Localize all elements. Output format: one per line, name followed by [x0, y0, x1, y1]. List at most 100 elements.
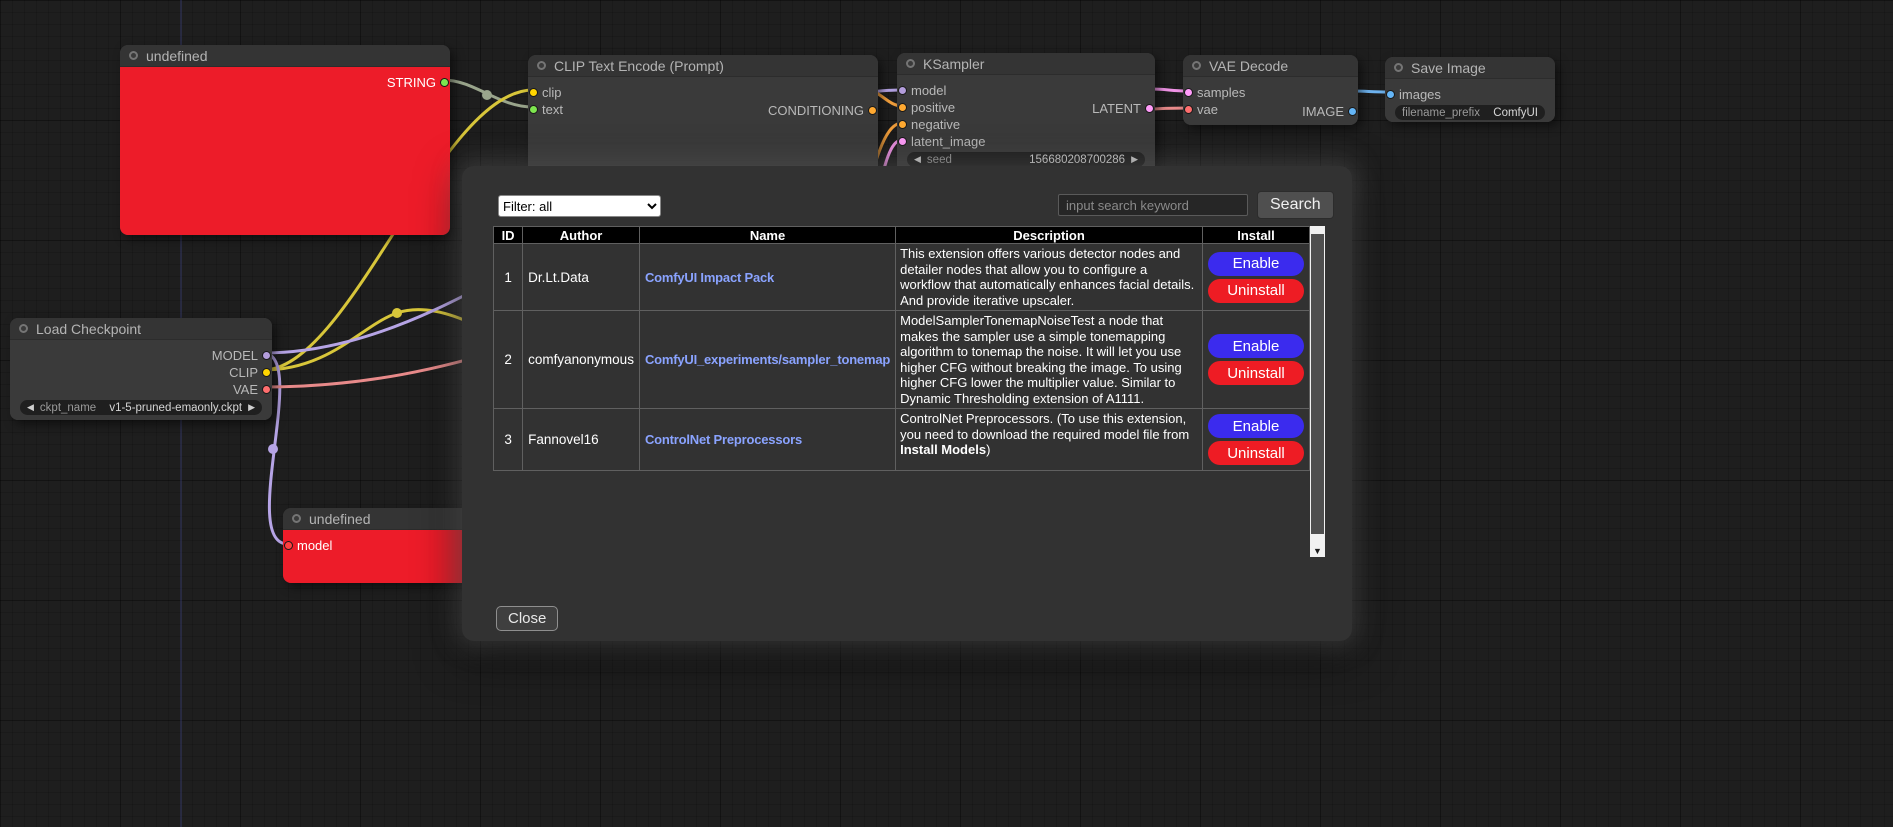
output-slot-vae[interactable]: VAE	[10, 381, 272, 398]
widget-value: v1-5-pruned-emaonly.ckpt	[109, 402, 242, 414]
table-row: 1 Dr.Lt.Data ComfyUI Impact Pack This ex…	[494, 244, 1310, 311]
node-header[interactable]: Save Image	[1385, 57, 1555, 79]
widget-label: ckpt_name	[40, 402, 96, 414]
uninstall-button[interactable]: Uninstall	[1208, 441, 1304, 465]
search-input[interactable]	[1058, 194, 1248, 216]
input-slot-text[interactable]: text	[528, 101, 878, 118]
uninstall-button[interactable]: Uninstall	[1208, 361, 1304, 385]
filename-prefix-widget[interactable]: filename_prefix ComfyUI	[1395, 105, 1545, 120]
conditioning-slot-icon[interactable]	[898, 103, 907, 112]
filter-select[interactable]: Filter: all	[498, 195, 661, 217]
collapse-dot-icon[interactable]	[906, 59, 915, 68]
input-slot-clip[interactable]: clip	[528, 84, 878, 101]
output-slot-string[interactable]: STRING	[120, 74, 450, 91]
collapse-dot-icon[interactable]	[537, 61, 546, 70]
cell-name: ComfyUI Impact Pack	[639, 244, 895, 311]
wire-dot-string	[482, 90, 492, 100]
input-slot-samples[interactable]: samples	[1183, 84, 1358, 101]
table-header-row: ID Author Name Description Install	[494, 227, 1310, 244]
slot-label: images	[1399, 87, 1441, 102]
cell-install: Enable Uninstall	[1202, 244, 1309, 311]
model-slot-icon[interactable]	[262, 351, 271, 360]
node-header[interactable]: undefined	[120, 45, 450, 67]
uninstall-button[interactable]: Uninstall	[1208, 279, 1304, 303]
slot-label: MODEL	[212, 348, 258, 363]
node-title: KSampler	[923, 56, 984, 72]
conditioning-slot-icon[interactable]	[898, 120, 907, 129]
model-slot-icon[interactable]	[898, 86, 907, 95]
input-slot-negative[interactable]: negative	[897, 116, 1155, 133]
seed-widget[interactable]: ◀ seed 156680208700286 ▶	[907, 152, 1145, 167]
extensions-table: ID Author Name Description Install 1 Dr.…	[493, 226, 1310, 471]
widget-value: ComfyUI	[1493, 107, 1538, 119]
collapse-dot-icon[interactable]	[292, 514, 301, 523]
node-header[interactable]: CLIP Text Encode (Prompt)	[528, 55, 878, 77]
slot-label: model	[911, 83, 946, 98]
slot-label: positive	[911, 100, 955, 115]
next-arrow-icon[interactable]: ▶	[248, 400, 255, 415]
ckpt-name-widget[interactable]: ◀ ckpt_name v1-5-pruned-emaonly.ckpt ▶	[20, 400, 262, 415]
latent-slot-icon[interactable]	[898, 137, 907, 146]
node-title: Load Checkpoint	[36, 321, 141, 337]
input-slot-model[interactable]: model	[897, 82, 1155, 99]
image-slot-icon[interactable]	[1386, 90, 1395, 99]
extension-link[interactable]: ComfyUI Impact Pack	[645, 270, 774, 285]
scrollbar-thumb[interactable]	[1311, 234, 1324, 534]
input-slot-latent-image[interactable]: latent_image	[897, 133, 1155, 150]
slot-label: CLIP	[229, 365, 258, 380]
clip-slot-icon[interactable]	[529, 88, 538, 97]
table-row: 3 Fannovel16 ControlNet Preprocessors Co…	[494, 409, 1310, 471]
output-slot-clip[interactable]: CLIP	[10, 364, 272, 381]
model-slot-icon[interactable]	[284, 541, 293, 550]
wire-dot-model	[268, 444, 278, 454]
collapse-dot-icon[interactable]	[1394, 63, 1403, 72]
cell-author: Fannovel16	[523, 409, 640, 471]
node-vae-decode[interactable]: VAE Decode IMAGE samples vae	[1183, 55, 1358, 125]
widget-value: 156680208700286	[1029, 154, 1125, 166]
scroll-down-arrow-icon[interactable]: ▼	[1310, 545, 1325, 557]
node-title: undefined	[146, 48, 208, 64]
widget-label: filename_prefix	[1402, 107, 1480, 119]
node-save-image[interactable]: Save Image images filename_prefix ComfyU…	[1385, 57, 1555, 122]
enable-button[interactable]: Enable	[1208, 252, 1304, 276]
dialog-scrollbar[interactable]: ▼	[1310, 226, 1325, 557]
slot-label: samples	[1197, 85, 1245, 100]
cell-author: Dr.Lt.Data	[523, 244, 640, 311]
collapse-dot-icon[interactable]	[19, 324, 28, 333]
output-slot-model[interactable]: MODEL	[10, 347, 272, 364]
clip-slot-icon[interactable]	[262, 368, 271, 377]
search-button[interactable]: Search	[1257, 191, 1334, 219]
node-load-checkpoint[interactable]: Load Checkpoint MODEL CLIP VAE ◀ ckpt_na…	[10, 318, 272, 420]
wire-dot-clip	[392, 308, 402, 318]
extension-link[interactable]: ComfyUI_experiments/sampler_tonemap	[645, 352, 890, 367]
enable-button[interactable]: Enable	[1208, 334, 1304, 358]
node-undefined-top[interactable]: undefined STRING	[120, 45, 450, 235]
input-slot-positive[interactable]: positive	[897, 99, 1155, 116]
node-header[interactable]: Load Checkpoint	[10, 318, 272, 340]
node-header[interactable]: VAE Decode	[1183, 55, 1358, 77]
increment-arrow-icon[interactable]: ▶	[1131, 152, 1138, 167]
cell-description: ControlNet Preprocessors. (To use this e…	[896, 409, 1203, 471]
col-header-author: Author	[523, 227, 640, 244]
input-slot-images[interactable]: images	[1385, 86, 1555, 103]
prev-arrow-icon[interactable]: ◀	[27, 400, 34, 415]
enable-button[interactable]: Enable	[1208, 414, 1304, 438]
input-slot-vae[interactable]: vae	[1183, 101, 1358, 118]
string-slot-icon[interactable]	[440, 78, 449, 87]
close-button[interactable]: Close	[496, 606, 558, 631]
latent-slot-icon[interactable]	[1184, 88, 1193, 97]
node-title: undefined	[309, 511, 371, 527]
table-row: 2 comfyanonymous ComfyUI_experiments/sam…	[494, 311, 1310, 409]
vae-slot-icon[interactable]	[1184, 105, 1193, 114]
slot-label: latent_image	[911, 134, 985, 149]
collapse-dot-icon[interactable]	[1192, 61, 1201, 70]
decrement-arrow-icon[interactable]: ◀	[914, 152, 921, 167]
node-title: Save Image	[1411, 60, 1486, 76]
cell-name: ComfyUI_experiments/sampler_tonemap	[639, 311, 895, 409]
collapse-dot-icon[interactable]	[129, 51, 138, 60]
text-slot-icon[interactable]	[529, 105, 538, 114]
vae-slot-icon[interactable]	[262, 385, 271, 394]
node-header[interactable]: KSampler	[897, 53, 1155, 75]
extension-link[interactable]: ControlNet Preprocessors	[645, 432, 802, 447]
node-title: CLIP Text Encode (Prompt)	[554, 58, 724, 74]
